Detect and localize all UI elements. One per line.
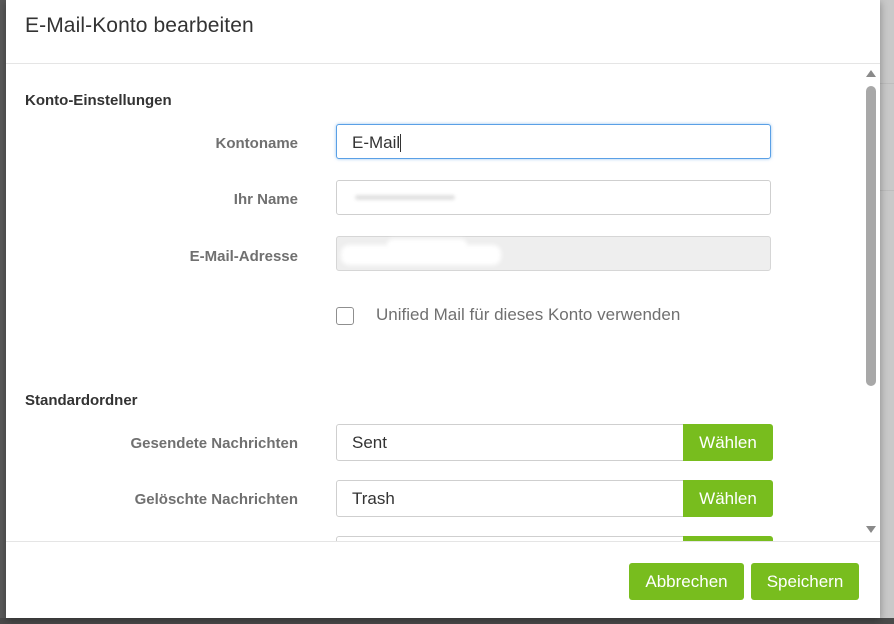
backdrop <box>880 0 894 624</box>
scroll-up-arrow-icon[interactable] <box>866 70 876 77</box>
unified-mail-label[interactable]: Unified Mail für dieses Konto verwenden <box>376 305 680 325</box>
email-address-input <box>336 236 771 271</box>
backdrop-divider <box>880 83 894 84</box>
dialog-footer: Abbrechen Speichern <box>6 541 880 619</box>
scrollbar-thumb[interactable] <box>866 86 876 386</box>
text-cursor <box>400 134 402 152</box>
sent-folder-input[interactable]: Sent <box>336 424 684 461</box>
trash-folder-input[interactable]: Trash <box>336 480 684 517</box>
cancel-button[interactable]: Abbrechen <box>629 563 744 600</box>
choose-trash-folder-button[interactable]: Wählen <box>683 480 773 517</box>
your-name-label: Ihr Name <box>233 191 298 208</box>
your-name-input[interactable] <box>336 180 771 215</box>
sent-folder-value: Sent <box>352 433 387 452</box>
redacted-email <box>387 239 467 251</box>
default-folders-heading: Standardordner <box>25 392 138 409</box>
dialog-title: E-Mail-Konto bearbeiten <box>25 14 254 37</box>
save-button[interactable]: Speichern <box>751 563 859 600</box>
email-address-label: E-Mail-Adresse <box>189 248 298 265</box>
account-settings-heading: Konto-Einstellungen <box>25 92 172 109</box>
sent-messages-label: Gesendete Nachrichten <box>130 435 298 452</box>
redacted-name <box>355 195 455 200</box>
unified-mail-checkbox[interactable] <box>336 307 354 325</box>
account-name-input[interactable]: E-Mail <box>336 124 771 159</box>
choose-sent-folder-button[interactable]: Wählen <box>683 424 773 461</box>
dialog-header: E-Mail-Konto bearbeiten <box>6 0 880 64</box>
dialog-body[interactable]: Konto-Einstellungen Kontoname E-Mail Ihr… <box>6 64 880 541</box>
trash-folder-value: Trash <box>352 489 395 508</box>
account-name-value: E-Mail <box>352 133 401 152</box>
scrollbar[interactable] <box>862 64 880 541</box>
deleted-messages-label: Gelöschte Nachrichten <box>134 491 298 508</box>
backdrop-divider <box>880 190 894 191</box>
edit-email-account-dialog: E-Mail-Konto bearbeiten Konto-Einstellun… <box>6 0 880 618</box>
account-name-label: Kontoname <box>215 135 299 152</box>
scroll-down-arrow-icon[interactable] <box>866 526 876 533</box>
